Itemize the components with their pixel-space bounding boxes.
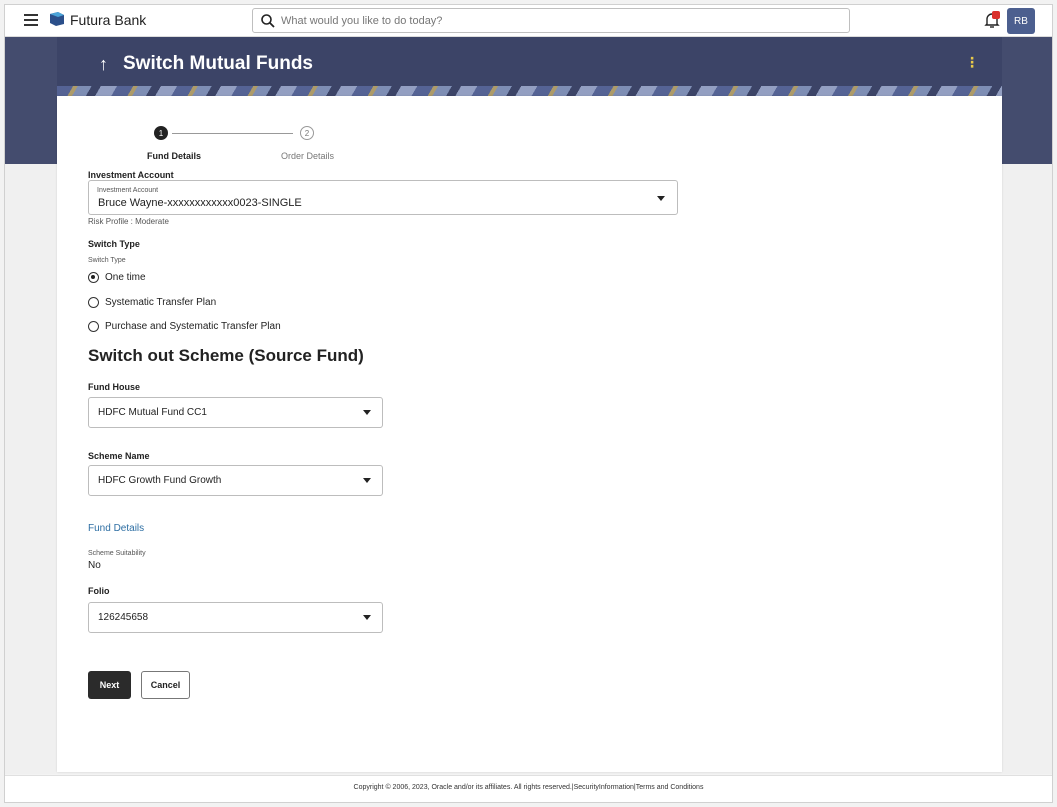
step-1-label: Fund Details <box>147 151 202 161</box>
radio-label: One time <box>105 271 146 283</box>
radio-label: Purchase and Systematic Transfer Plan <box>105 320 281 332</box>
search-input[interactable] <box>281 12 831 30</box>
risk-profile: Risk Profile : Moderate <box>88 217 169 226</box>
footer: Copyright © 2006, 2023, Oracle and/or it… <box>5 775 1052 802</box>
radio-unselected-icon[interactable] <box>88 296 99 308</box>
band-side-left <box>5 37 57 164</box>
avatar[interactable]: RB <box>1007 8 1035 34</box>
step-2-label: Order Details <box>281 151 335 161</box>
search-icon <box>261 14 275 28</box>
switch-type-heading: Switch Type <box>88 239 140 249</box>
folio-label: Folio <box>88 586 110 596</box>
band-side-right <box>1002 37 1052 164</box>
page-title: Switch Mutual Funds <box>123 53 313 74</box>
investment-account-value: Bruce Wayne-xxxxxxxxxxxx0023-SINGLE <box>98 197 302 209</box>
top-bar: Futura Bank RB <box>5 5 1052 37</box>
switch-type-field-label: Switch Type <box>88 257 126 264</box>
step-connector <box>172 133 293 134</box>
step-2-indicator: 2 <box>300 126 314 140</box>
scheme-name-value: HDFC Growth Fund Growth <box>98 475 222 486</box>
chevron-down-icon <box>363 410 371 415</box>
radio-one-time[interactable]: One time <box>88 270 146 284</box>
investment-account-select[interactable]: Investment Account Bruce Wayne-xxxxxxxxx… <box>88 180 678 215</box>
fund-house-label: Fund House <box>88 382 140 392</box>
brand-name[interactable]: Futura Bank <box>70 12 146 28</box>
source-fund-title: Switch out Scheme (Source Fund) <box>88 346 364 365</box>
scheme-name-label: Scheme Name <box>88 451 150 461</box>
fund-details-link[interactable]: Fund Details <box>88 523 144 534</box>
radio-label: Systematic Transfer Plan <box>105 296 217 308</box>
chevron-down-icon <box>363 615 371 620</box>
hamburger-icon[interactable] <box>24 14 38 26</box>
step-1-indicator: 1 <box>154 126 168 140</box>
radio-selected-icon[interactable] <box>88 271 99 283</box>
back-arrow-icon[interactable]: ↑ <box>99 54 108 75</box>
scheme-suitability-value: No <box>88 560 101 571</box>
radio-purchase-and-stp[interactable]: Purchase and Systematic Transfer Plan <box>88 319 281 333</box>
investment-account-heading: Investment Account <box>88 170 174 180</box>
more-options-icon[interactable]: ⋮ <box>965 54 979 71</box>
investment-account-field-label: Investment Account <box>97 187 159 194</box>
app-window: Futura Bank RB ↑ Switch Mutual Funds ⋮ <box>4 4 1053 803</box>
scheme-name-select[interactable]: HDFC Growth Fund Growth <box>88 465 383 496</box>
notification-badge <box>992 11 1000 19</box>
radio-unselected-icon[interactable] <box>88 320 99 332</box>
fund-house-value: HDFC Mutual Fund CC1 <box>98 407 207 418</box>
form-card: 1 2 Fund Details Order Details Investmen… <box>57 96 1002 772</box>
cancel-button[interactable]: Cancel <box>141 671 190 699</box>
search-bar[interactable] <box>252 8 850 33</box>
chevron-down-icon <box>657 196 665 201</box>
radio-systematic-transfer-plan[interactable]: Systematic Transfer Plan <box>88 295 216 309</box>
bank-logo-icon <box>50 12 64 26</box>
scheme-suitability-label: Scheme Suitability <box>88 550 146 557</box>
folio-value: 126245658 <box>98 612 149 623</box>
chevron-down-icon <box>363 478 371 483</box>
next-button[interactable]: Next <box>88 671 131 699</box>
folio-select[interactable]: 126245658 <box>88 602 383 633</box>
fund-house-select[interactable]: HDFC Mutual Fund CC1 <box>88 397 383 428</box>
notifications-button[interactable] <box>983 11 1001 29</box>
